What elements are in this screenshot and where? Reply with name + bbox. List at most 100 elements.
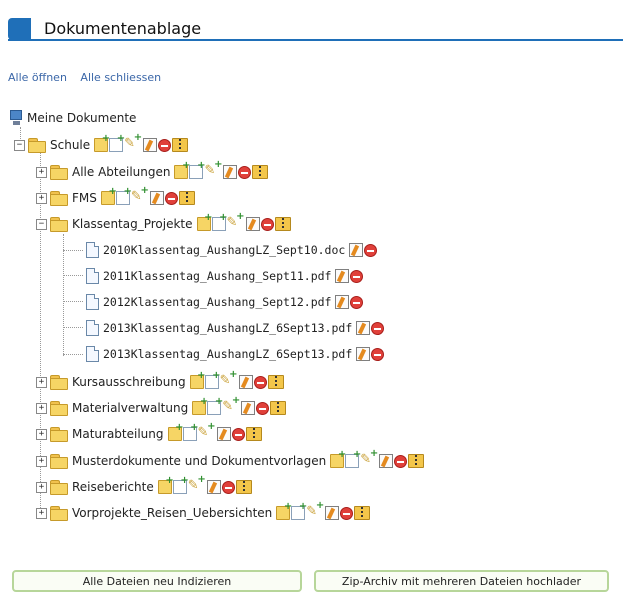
zip-icon[interactable] [270, 401, 287, 415]
rename-icon[interactable] [143, 138, 158, 152]
upload-icon[interactable] [124, 132, 142, 152]
zip-icon[interactable] [274, 217, 291, 231]
delete-icon[interactable] [371, 347, 385, 361]
delete-icon[interactable] [253, 375, 267, 389]
delete-icon[interactable] [238, 165, 252, 179]
reindex-button[interactable]: Alle Dateien neu Indizieren [12, 570, 302, 592]
rename-icon[interactable] [335, 269, 350, 283]
new-file-icon[interactable] [189, 160, 205, 179]
new-file-icon[interactable] [109, 133, 125, 152]
delete-icon[interactable] [158, 138, 172, 152]
expand-toggle[interactable]: + [36, 428, 47, 440]
tree-folder[interactable]: − Klassentag_Projekte [36, 211, 291, 234]
upload-icon[interactable] [131, 185, 149, 205]
new-file-icon[interactable] [204, 370, 221, 389]
new-file-icon[interactable] [207, 396, 223, 415]
expand-toggle[interactable]: + [36, 507, 47, 519]
tree-file[interactable]: 2013Klassentag_AushangLZ_6Sept13.pdf [86, 344, 385, 364]
tree-folder[interactable]: + Musterdokumente und Dokumentvorlagen [36, 448, 425, 471]
delete-icon[interactable] [164, 191, 178, 205]
tree-file[interactable]: 2010Klassentag_AushangLZ_Sept10.doc [86, 240, 378, 260]
expand-toggle[interactable]: + [36, 455, 47, 467]
delete-icon[interactable] [371, 321, 385, 335]
new-folder-icon[interactable] [157, 475, 174, 494]
rename-icon[interactable] [149, 191, 164, 205]
zip-icon[interactable] [235, 480, 252, 494]
rename-icon[interactable] [206, 480, 221, 494]
rename-icon[interactable] [335, 295, 350, 309]
upload-icon[interactable] [360, 448, 378, 468]
collapse-toggle[interactable]: − [14, 139, 25, 151]
delete-icon[interactable] [364, 243, 378, 257]
new-folder-icon[interactable] [189, 370, 206, 389]
folder-label: FMS [72, 191, 97, 205]
tree-folder[interactable]: + FMS [36, 185, 195, 208]
tree-file[interactable]: 2011Klassentag_Aushang_Sept11.pdf [86, 266, 364, 286]
tree-file[interactable]: 2013Klassentag_AushangLZ_6Sept13.pdf [86, 318, 385, 338]
rename-icon[interactable] [216, 427, 231, 441]
zip-icon[interactable] [408, 454, 425, 468]
rename-icon[interactable] [325, 506, 340, 520]
folder-icon [50, 191, 68, 206]
rename-icon[interactable] [349, 243, 364, 257]
new-folder-icon[interactable] [330, 449, 346, 468]
zip-icon[interactable] [178, 191, 195, 205]
tree-folder[interactable]: + Kursausschreibung [36, 369, 284, 392]
tree-folder[interactable]: + Alle Abteilungen [36, 159, 269, 182]
rename-icon[interactable] [241, 401, 256, 415]
collapse-toggle[interactable]: − [36, 218, 47, 230]
tree-file[interactable]: 2012Klassentag_Aushang_Sept12.pdf [86, 292, 364, 312]
new-folder-icon[interactable] [100, 186, 117, 205]
expand-toggle[interactable]: + [36, 166, 47, 178]
delete-icon[interactable] [256, 401, 270, 415]
rename-icon[interactable] [238, 375, 253, 389]
tree-folder[interactable]: + Vorprojekte_Reisen_Uebersichten [36, 500, 371, 523]
new-folder-icon[interactable] [196, 212, 213, 231]
delete-icon[interactable] [260, 217, 274, 231]
delete-icon[interactable] [350, 295, 364, 309]
upload-icon[interactable] [222, 395, 240, 415]
new-folder-icon[interactable] [167, 422, 184, 441]
tree-root[interactable]: Meine Dokumente [10, 108, 136, 128]
new-file-icon[interactable] [115, 186, 132, 205]
new-folder-icon[interactable] [94, 133, 110, 152]
expand-toggle[interactable]: + [36, 402, 47, 414]
tree-folder[interactable]: + Maturabteilung [36, 421, 262, 444]
expand-toggle[interactable]: + [36, 192, 47, 204]
new-file-icon[interactable] [211, 212, 228, 231]
delete-icon[interactable] [221, 480, 235, 494]
new-file-icon[interactable] [345, 449, 361, 468]
zip-icon[interactable] [172, 138, 189, 152]
delete-icon[interactable] [394, 454, 408, 468]
new-file-icon[interactable] [172, 475, 189, 494]
expand-toggle[interactable]: + [36, 481, 47, 493]
zip-icon[interactable] [354, 506, 371, 520]
upload-icon[interactable] [220, 369, 238, 389]
upload-icon[interactable] [188, 474, 206, 494]
zip-icon[interactable] [245, 427, 262, 441]
tree-folder[interactable]: + Materialverwaltung [36, 395, 287, 418]
tree-folder[interactable]: + Reiseberichte [36, 474, 252, 497]
delete-icon[interactable] [350, 269, 364, 283]
rename-icon[interactable] [356, 321, 371, 335]
new-folder-icon[interactable] [192, 396, 208, 415]
zip-icon[interactable] [252, 165, 269, 179]
tree-folder-schule[interactable]: − Schule [14, 132, 189, 155]
delete-icon[interactable] [340, 506, 354, 520]
new-folder-icon[interactable] [276, 501, 292, 520]
expand-toggle[interactable]: + [36, 376, 47, 388]
new-folder-icon[interactable] [174, 160, 190, 179]
zip-icon[interactable] [267, 375, 284, 389]
rename-icon[interactable] [356, 347, 371, 361]
delete-icon[interactable] [231, 427, 245, 441]
rename-icon[interactable] [379, 454, 394, 468]
upload-icon[interactable] [204, 159, 222, 179]
rename-icon[interactable] [245, 217, 260, 231]
rename-icon[interactable] [223, 165, 238, 179]
upload-icon[interactable] [198, 421, 216, 441]
upload-icon[interactable] [306, 500, 324, 520]
upload-icon[interactable] [227, 211, 245, 231]
zip-upload-button[interactable]: Zip-Archiv mit mehreren Dateien hochlade… [314, 570, 609, 592]
new-file-icon[interactable] [291, 501, 307, 520]
new-file-icon[interactable] [182, 422, 199, 441]
